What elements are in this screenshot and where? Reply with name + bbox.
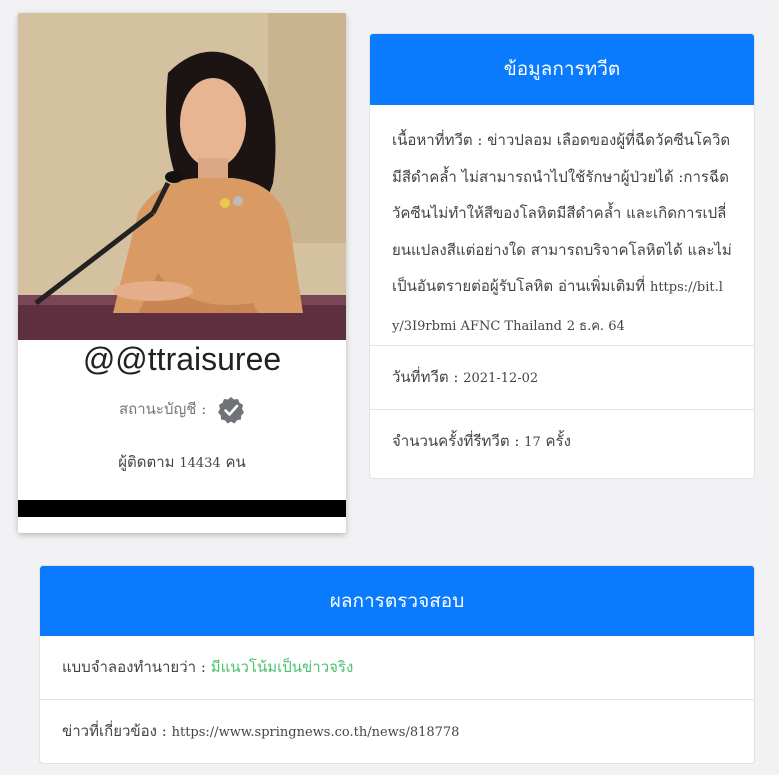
retweet-count-label: จำนวนครั้งที่รีทวีต :	[392, 432, 520, 450]
followers-unit: คน	[225, 453, 246, 471]
verified-badge-icon	[217, 396, 245, 424]
retweet-count-unit: ครั้ง	[545, 432, 571, 450]
retweet-count-value: 17	[524, 435, 541, 450]
account-status-label: สถานะบัญชี :	[118, 400, 207, 418]
tweet-date-row: วันที่ทวีต : 2021-12-02	[370, 346, 754, 410]
profile-photo	[18, 13, 346, 340]
tweet-content-text: ข่าวปลอม เลือดของผู้ที่ฉีดวัคซีนโควิดมีส…	[392, 131, 732, 295]
related-news-label: ข่าวที่เกี่ยวข้อง :	[62, 722, 167, 740]
tweet-content-label: เนื้อหาที่ทวีต :	[392, 131, 483, 149]
account-status: สถานะบัญชี :	[18, 395, 346, 424]
profile-username: @@ttraisuree	[82, 341, 282, 377]
tweet-content-date: 2 ธ.ค. 64	[566, 318, 625, 334]
prediction-value: มีแนวโน้มเป็นข่าวจริง	[210, 658, 354, 676]
tweet-date-label: วันที่ทวีต :	[392, 368, 459, 386]
follower-count: ผู้ติดตาม 14434 คน	[18, 450, 346, 474]
tweet-content: เนื้อหาที่ทวีต : ข่าวปลอม เลือดของผู้ที่…	[370, 105, 754, 346]
verification-result-card: ผลการตรวจสอบ แบบจำลองทำนายว่า : มีแนวโน้…	[39, 565, 755, 764]
prediction-row: แบบจำลองทำนายว่า : มีแนวโน้มเป็นข่าวจริง	[40, 636, 754, 700]
retweet-count-row: จำนวนครั้งที่รีทวีต : 17 ครั้ง	[370, 410, 754, 473]
profile-card: @@ttraisuree สถานะบัญชี : ผู้ติดตาม 1443…	[18, 13, 346, 533]
tweet-info-card: ข้อมูลการทวีต เนื้อหาที่ทวีต : ข่าวปลอม …	[369, 33, 755, 479]
verification-result-header: ผลการตรวจสอบ	[40, 566, 754, 636]
followers-number: 14434	[179, 456, 221, 471]
prediction-label: แบบจำลองทำนายว่า :	[62, 658, 206, 676]
tweet-date-value: 2021-12-02	[463, 371, 539, 386]
tweet-info-header: ข้อมูลการทวีต	[370, 34, 754, 105]
profile-footer-bar	[18, 500, 346, 517]
related-news-link[interactable]: https://www.springnews.co.th/news/818778	[172, 725, 460, 740]
followers-label: ผู้ติดตาม	[118, 453, 175, 471]
related-news-row: ข่าวที่เกี่ยวข้อง : https://www.springne…	[40, 700, 754, 763]
